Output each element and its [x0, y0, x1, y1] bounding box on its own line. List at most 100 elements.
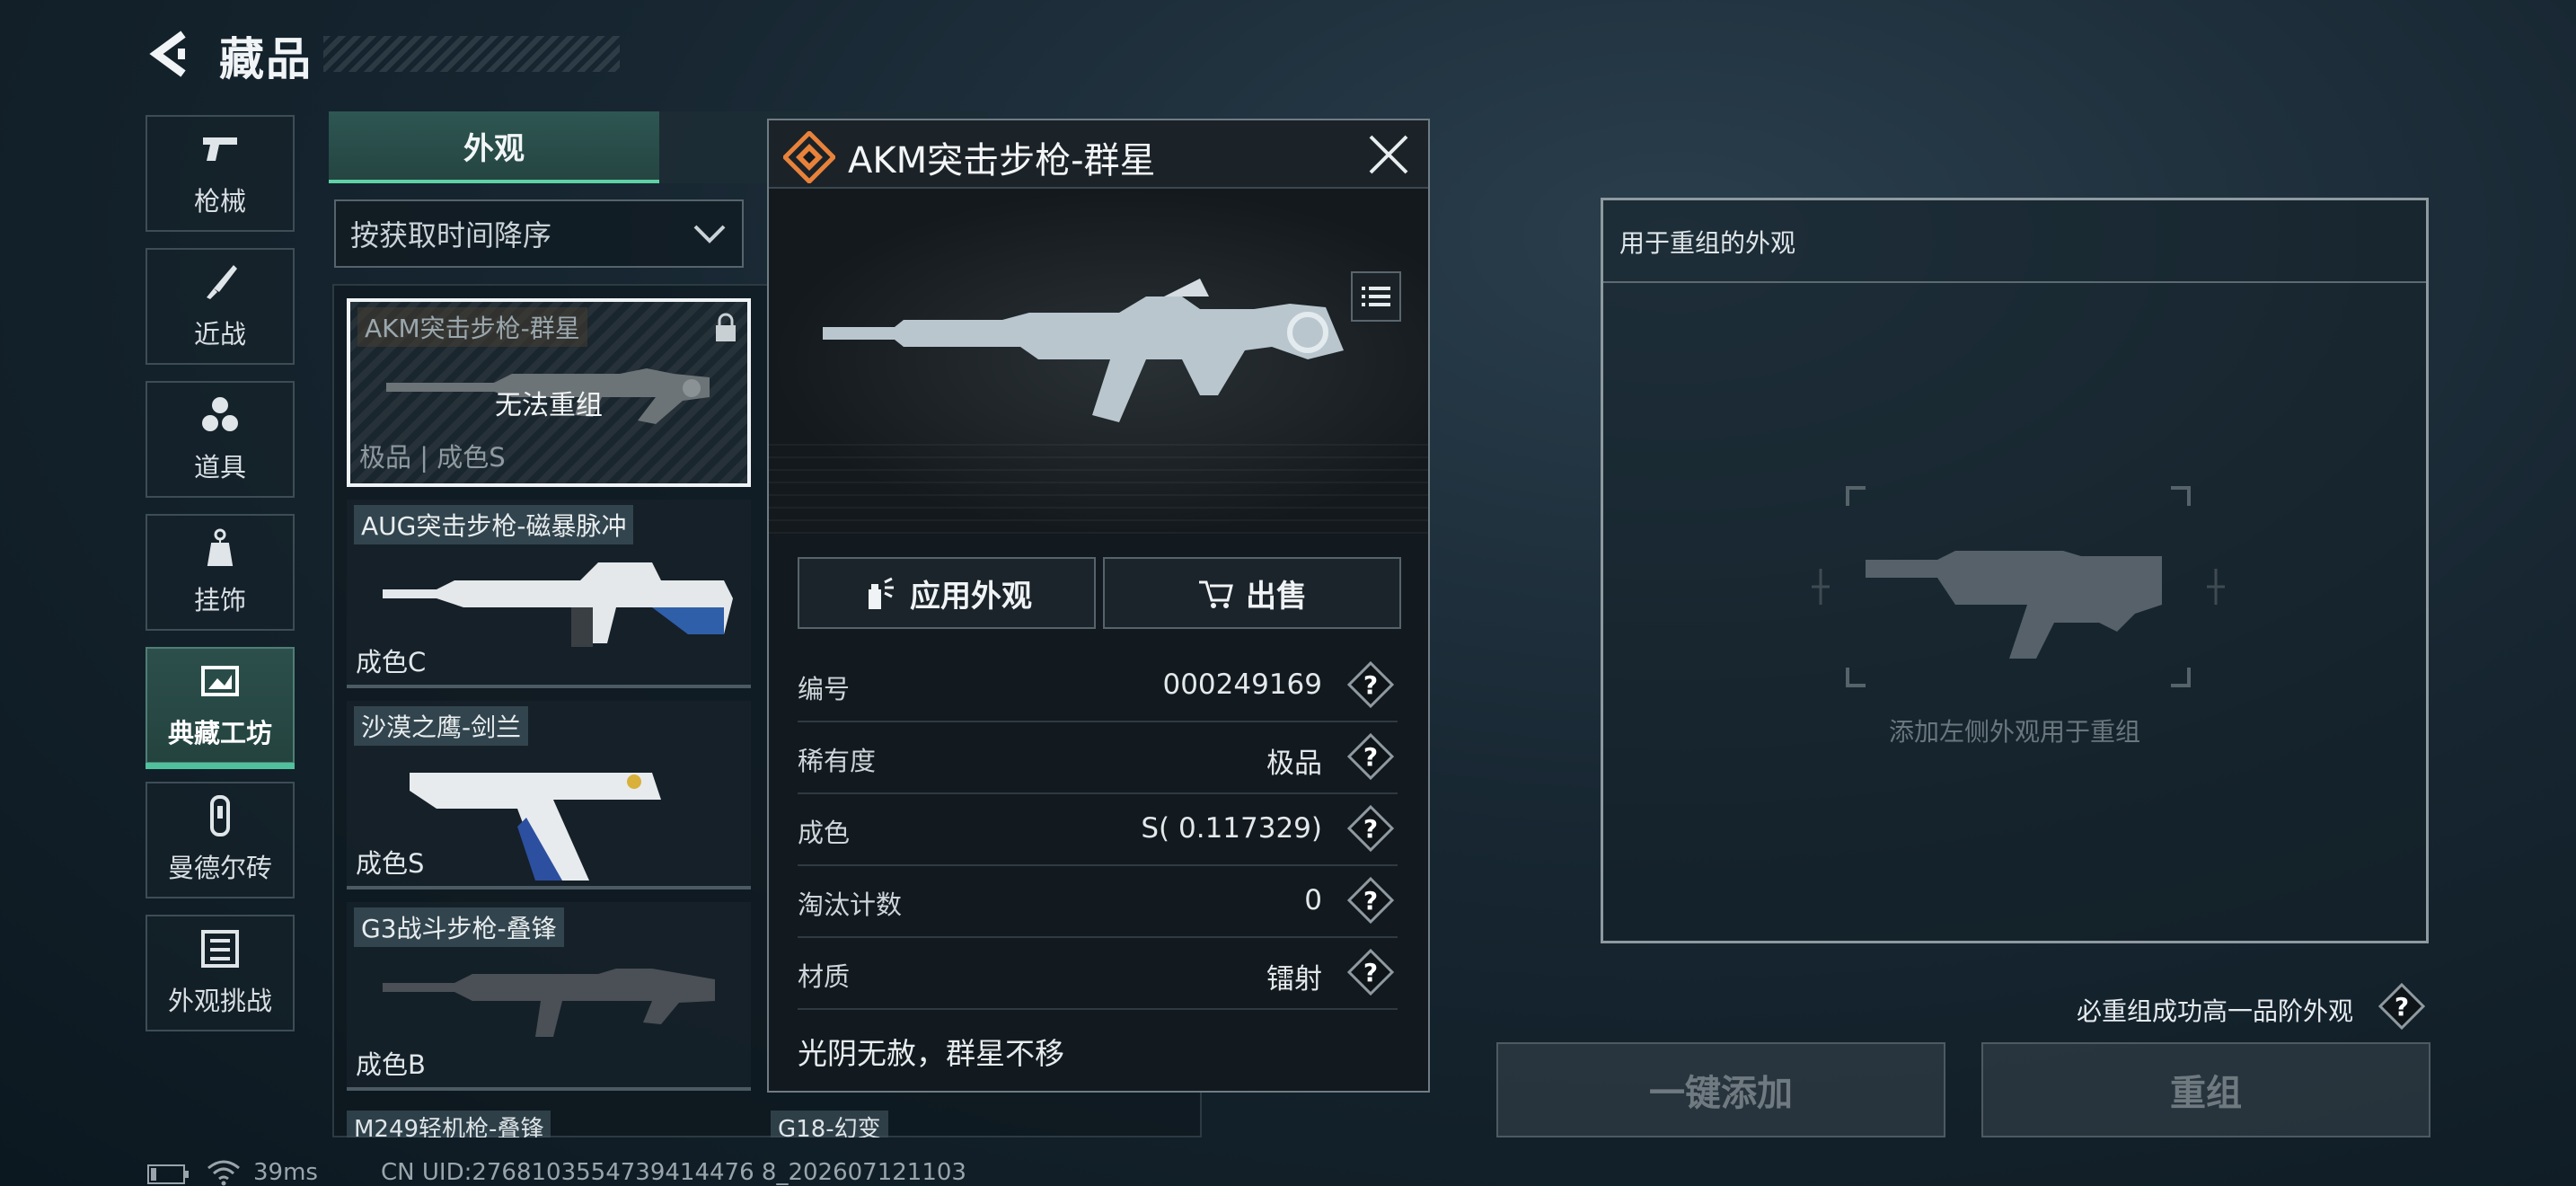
empty-slot-placeholder[interactable]	[1803, 479, 2234, 695]
category-label: 曼德尔砖	[167, 853, 272, 883]
list-item[interactable]: 沙漠之鹰-剑兰 成色S	[347, 701, 751, 890]
item-name: AKM突击步枪-群星	[357, 307, 587, 347]
rifle-thumbnail	[383, 969, 715, 1037]
category-label: 外观挑战	[167, 986, 272, 1016]
property-value: 000249169	[1162, 668, 1322, 701]
user-uid: CN UID:2768103554739414476 8_20260712110…	[381, 1159, 966, 1186]
svg-text:?: ?	[1363, 958, 1378, 987]
svg-text:?: ?	[1363, 814, 1378, 844]
category-mandel-brick[interactable]: 曼德尔砖	[146, 782, 295, 898]
category-label: 道具	[193, 452, 246, 482]
property-value: 极品	[1266, 748, 1322, 780]
category-items[interactable]: 道具	[146, 381, 295, 498]
battery-icon	[147, 1164, 189, 1184]
item-grade: 成色B	[356, 1049, 426, 1080]
back-button[interactable]	[144, 27, 198, 81]
property-row: 稀有度 极品 ?	[798, 722, 1398, 794]
sort-dropdown[interactable]: 按获取时间降序	[334, 199, 744, 268]
category-charms[interactable]: 挂饰	[146, 514, 295, 631]
item-detail-popup: AKM突击步枪-群星 应用外观 出售 编号 000249169 ? 稀有度 极品…	[767, 119, 1430, 1093]
detail-title: AKM突击步枪-群星	[848, 140, 1156, 181]
property-key: 材质	[798, 961, 851, 992]
recombine-panel: 用于重组的外观 添加左侧外观用于重组	[1601, 198, 2429, 943]
property-value: S( 0.117329)	[1141, 812, 1322, 845]
detail-menu-button[interactable]	[1351, 271, 1401, 322]
svg-text:?: ?	[1363, 886, 1378, 916]
rifle-thumbnail	[383, 562, 733, 647]
rarity-diamond-icon	[783, 131, 835, 183]
item-name: G18-幻变	[771, 1111, 888, 1137]
wifi-icon	[207, 1160, 240, 1186]
property-value: 0	[1304, 884, 1322, 916]
category-label: 典藏工坊	[167, 718, 272, 748]
guarantee-text: 必重组成功高一品阶外观	[2077, 996, 2354, 1026]
detail-header: AKM突击步枪-群星	[769, 120, 1428, 189]
help-icon[interactable]: ?	[1347, 949, 1394, 996]
spray-icon	[869, 577, 894, 609]
item-name: G3战斗步枪-叠锋	[354, 907, 564, 947]
list-item[interactable]: G3战斗步枪-叠锋 成色B	[347, 902, 751, 1091]
list-item[interactable]: G18-幻变	[771, 1111, 1175, 1137]
workshop-icon	[201, 666, 239, 696]
knife-icon	[207, 265, 237, 299]
category-label: 挂饰	[193, 585, 246, 615]
help-icon[interactable]: ?	[1347, 733, 1394, 780]
pistol-thumbnail	[410, 773, 661, 881]
item-grade: 成色S	[356, 848, 425, 879]
property-value: 镭射	[1266, 963, 1322, 996]
property-key: 淘汰计数	[798, 890, 903, 920]
item-grade: 成色C	[356, 647, 427, 677]
challenge-icon	[201, 930, 239, 968]
tab-appearance[interactable]: 外观	[329, 111, 659, 183]
brick-icon	[210, 795, 230, 836]
help-icon[interactable]: ?	[1347, 877, 1394, 924]
sell-button[interactable]: 出售	[1103, 557, 1401, 629]
item-name: 沙漠之鹰-剑兰	[354, 706, 529, 746]
apply-appearance-button[interactable]: 应用外观	[798, 557, 1096, 629]
category-label: 近战	[193, 319, 246, 350]
item-name: M249轻机枪-叠锋	[347, 1111, 551, 1137]
property-row: 材质 镭射 ?	[798, 938, 1398, 1010]
category-appearance-challenge[interactable]: 外观挑战	[146, 915, 295, 1031]
pistol-icon	[203, 137, 237, 161]
page-title: 藏品	[219, 33, 313, 85]
property-row: 编号 000249169 ?	[798, 651, 1398, 722]
list-item[interactable]: AKM突击步枪-群星 无法重组 极品 | 成色S	[347, 298, 751, 487]
help-icon[interactable]: ?	[2378, 983, 2425, 1030]
category-workshop[interactable]: 典藏工坊	[146, 647, 295, 769]
cart-icon	[1199, 580, 1233, 608]
grenades-icon	[202, 397, 238, 431]
property-key: 成色	[798, 818, 851, 848]
list-item[interactable]: AUG突击步枪-磁暴脉冲 成色C	[347, 500, 751, 688]
ping-readout: 39ms	[253, 1159, 318, 1186]
chevron-down-icon	[693, 225, 726, 243]
lock-icon	[716, 313, 736, 341]
help-icon[interactable]: ?	[1347, 805, 1394, 852]
category-label: 枪械	[193, 186, 246, 217]
cannot-recombine-label: 无法重组	[495, 390, 603, 421]
sell-label: 出售	[1246, 578, 1307, 615]
add-all-button[interactable]: 一键添加	[1496, 1042, 1945, 1137]
list-item[interactable]: M249轻机枪-叠锋	[347, 1111, 751, 1137]
help-icon[interactable]: ?	[1347, 661, 1394, 708]
weapon-preview-image	[823, 279, 1344, 422]
category-guns[interactable]: 枪械	[146, 115, 295, 232]
sort-value: 按获取时间降序	[350, 218, 552, 252]
svg-text:?: ?	[2395, 992, 2409, 1022]
item-name: AUG突击步枪-磁暴脉冲	[354, 505, 634, 544]
apply-label: 应用外观	[910, 578, 1032, 615]
svg-text:?: ?	[1363, 742, 1378, 772]
title-decoration	[323, 36, 620, 72]
item-description: 光阴无赦，群星不移	[798, 1036, 1064, 1071]
weapon-preview	[769, 189, 1428, 534]
property-key: 稀有度	[798, 746, 877, 776]
svg-text:?: ?	[1363, 670, 1378, 700]
list-icon	[1362, 287, 1390, 306]
property-row: 淘汰计数 0 ?	[798, 866, 1398, 938]
chevron-left-icon	[149, 31, 186, 77]
recombine-title: 用于重组的外观	[1619, 228, 1796, 258]
close-icon[interactable]	[1365, 131, 1412, 178]
recombine-button[interactable]: 重组	[1981, 1042, 2430, 1137]
charm-icon	[207, 528, 234, 566]
category-melee[interactable]: 近战	[146, 248, 295, 365]
